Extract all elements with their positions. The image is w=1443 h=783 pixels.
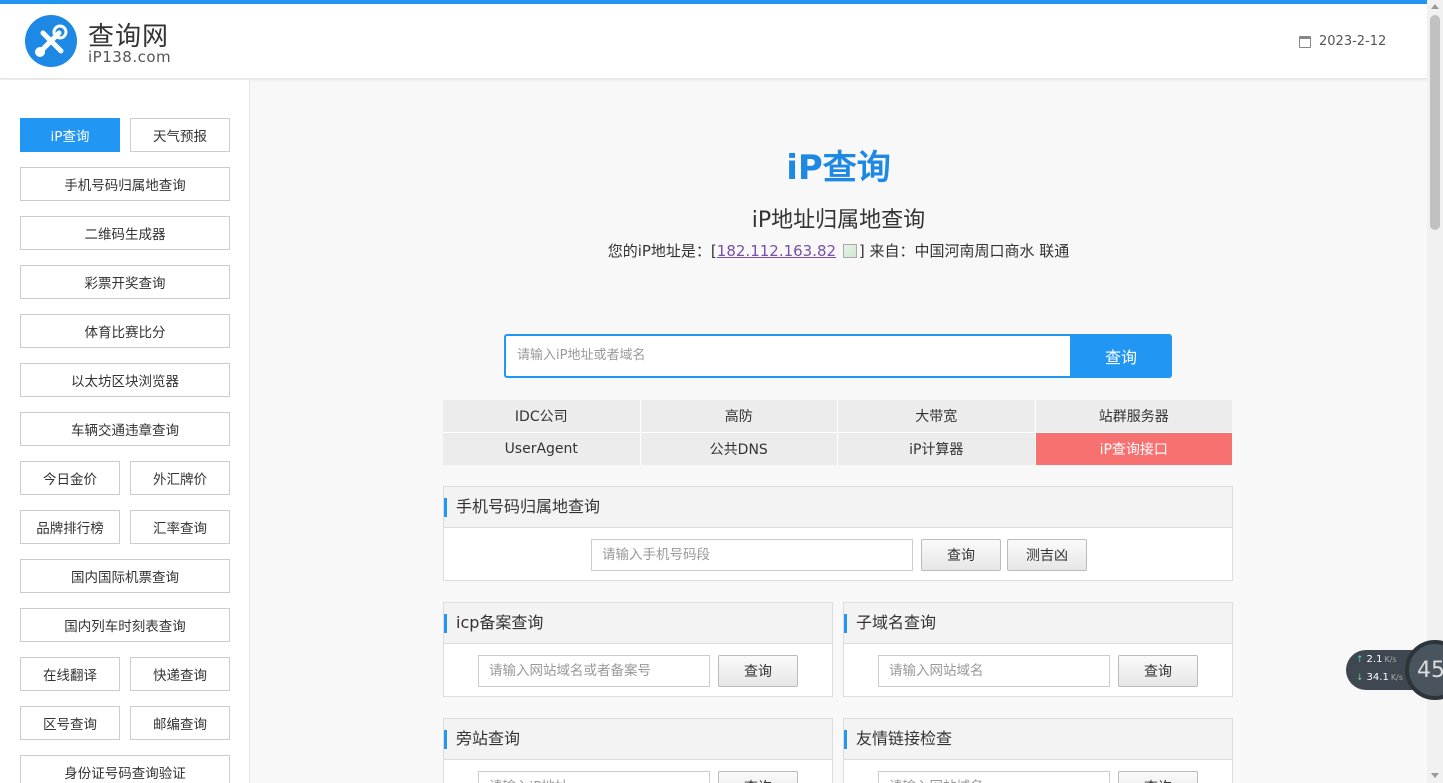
download-speed: ↓ 34.1 K/s <box>1356 672 1403 683</box>
ip-address-link[interactable]: 182.112.163.82 <box>717 242 836 260</box>
quick-link-bandwidth[interactable]: 大带宽 <box>838 400 1035 432</box>
sidebar-item-area-code[interactable]: 区号查询 <box>20 706 120 740</box>
sidebar-item-phone-location[interactable]: 手机号码归属地查询 <box>20 167 230 201</box>
header-date: 2023-2-12 <box>1299 34 1386 49</box>
quick-link-site-group[interactable]: 站群服务器 <box>1035 400 1232 432</box>
ip-prefix: 您的iP地址是：[ <box>607 242 717 260</box>
calendar-icon <box>1299 35 1311 48</box>
page-subtitle: iP地址归属地查询 <box>751 208 926 233</box>
quick-link-ip-api[interactable]: iP查询接口 <box>1035 433 1232 465</box>
panel-title: 手机号码归属地查询 <box>444 487 1232 528</box>
sidebar-item-ip-query[interactable]: iP查询 <box>20 118 120 152</box>
quick-links-grid: IDC公司 高防 大带宽 站群服务器 UserAgent 公共DNS iP计算器… <box>443 400 1232 465</box>
site-header: 查询网 iP138.com 2023-2-12 <box>0 4 1427 79</box>
friend-link-panel: 友情链接检查 请输入网站域名 查询 <box>843 718 1233 783</box>
friend-link-query-button[interactable]: 查询 <box>1118 771 1198 783</box>
side-site-input[interactable]: 请输入iP地址 <box>478 771 710 783</box>
date-text: 2023-2-12 <box>1319 34 1387 49</box>
sidebar-item-express[interactable]: 快递查询 <box>130 657 230 691</box>
icp-lookup-panel: icp备案查询 请输入网站域名或者备案号 查询 <box>443 602 833 697</box>
logo-subtitle[interactable]: iP138.com <box>88 48 171 66</box>
icp-query-button[interactable]: 查询 <box>718 655 798 687</box>
quick-link-public-dns[interactable]: 公共DNS <box>640 433 837 465</box>
sidebar-item-weather[interactable]: 天气预报 <box>130 118 230 152</box>
phone-lookup-panel: 手机号码归属地查询 请输入手机号码段 查询 测吉凶 <box>443 486 1233 581</box>
scroll-down-arrow-icon[interactable] <box>1431 773 1439 778</box>
ip-search-button[interactable]: 查询 <box>1070 334 1172 378</box>
side-site-panel: 旁站查询 请输入iP地址 查询 <box>443 718 833 783</box>
sidebar-item-ethereum[interactable]: 以太坊区块浏览器 <box>20 363 230 397</box>
subdomain-input[interactable]: 请输入网站域名 <box>878 655 1110 687</box>
logo-tools-icon[interactable] <box>25 15 77 67</box>
side-site-query-button[interactable]: 查询 <box>718 771 798 783</box>
download-arrow-icon: ↓ <box>1356 673 1364 683</box>
panel-title: 旁站查询 <box>444 719 832 760</box>
ip-search-input[interactable]: 请输入iP地址或者域名 <box>504 334 1072 378</box>
friend-link-input[interactable]: 请输入网站域名 <box>878 771 1110 783</box>
scroll-thumb[interactable] <box>1430 15 1440 230</box>
sidebar-nav: iP查询 天气预报 手机号码归属地查询 二维码生成器 彩票开奖查询 体育比赛比分… <box>0 80 250 783</box>
sidebar-item-forex[interactable]: 外汇牌价 <box>130 461 230 495</box>
quick-link-ip-calculator[interactable]: iP计算器 <box>838 433 1035 465</box>
subdomain-query-button[interactable]: 查询 <box>1118 655 1198 687</box>
sidebar-item-lottery[interactable]: 彩票开奖查询 <box>20 265 230 299</box>
sidebar-item-train-schedule[interactable]: 国内列车时刻表查询 <box>20 608 230 642</box>
quick-link-useragent[interactable]: UserAgent <box>443 433 640 465</box>
sidebar-item-flights[interactable]: 国内国际机票查询 <box>20 559 230 593</box>
sidebar-item-exchange-rate[interactable]: 汇率查询 <box>130 510 230 544</box>
icp-input[interactable]: 请输入网站域名或者备案号 <box>478 655 710 687</box>
phone-input[interactable]: 请输入手机号码段 <box>591 539 913 571</box>
network-percent-badge[interactable]: 45 <box>1405 640 1443 700</box>
panel-title: 友情链接检查 <box>844 719 1232 760</box>
sidebar-item-brand-ranking[interactable]: 品牌排行榜 <box>20 510 120 544</box>
sidebar-item-postcode[interactable]: 邮编查询 <box>130 706 230 740</box>
panel-title: 子域名查询 <box>844 603 1232 644</box>
sidebar-item-sports-score[interactable]: 体育比赛比分 <box>20 314 230 348</box>
upload-arrow-icon: ↑ <box>1356 655 1364 665</box>
phone-query-button[interactable]: 查询 <box>921 539 1001 571</box>
subdomain-lookup-panel: 子域名查询 请输入网站域名 查询 <box>843 602 1233 697</box>
ip-info-line: 您的iP地址是：[182.112.163.82 ] 来自：中国河南周口商水 联通 <box>250 240 1427 261</box>
sidebar-item-gold-price[interactable]: 今日金价 <box>20 461 120 495</box>
sidebar-item-qrcode[interactable]: 二维码生成器 <box>20 216 230 250</box>
sidebar-item-id-card[interactable]: 身份证号码查询验证 <box>20 755 230 783</box>
scroll-up-arrow-icon[interactable] <box>1431 4 1439 9</box>
page-title: iP查询 <box>786 148 891 188</box>
phone-fortune-button[interactable]: 测吉凶 <box>1007 539 1087 571</box>
ip-suffix: ] 来自：中国河南周口商水 联通 <box>858 242 1070 260</box>
broken-image-icon <box>842 244 857 258</box>
panel-title: icp备案查询 <box>444 603 832 644</box>
upload-speed: ↑ 2.1 K/s <box>1356 654 1397 665</box>
quick-link-idc[interactable]: IDC公司 <box>443 400 640 432</box>
sidebar-item-translate[interactable]: 在线翻译 <box>20 657 120 691</box>
quick-link-ddos[interactable]: 高防 <box>640 400 837 432</box>
sidebar-item-traffic-violation[interactable]: 车辆交通违章查询 <box>20 412 230 446</box>
